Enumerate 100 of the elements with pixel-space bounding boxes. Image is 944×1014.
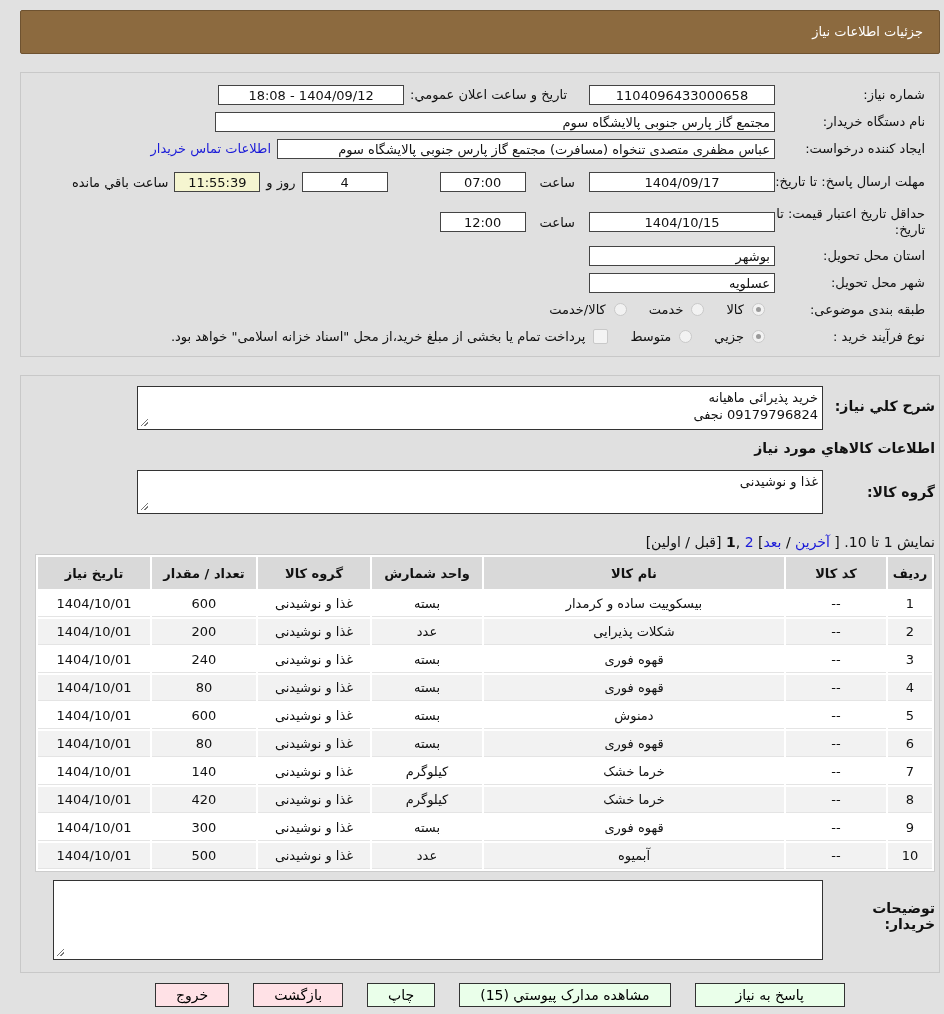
page-header: جزئیات اطلاعات نیاز xyxy=(20,10,940,54)
table-cell: خرما خشک xyxy=(484,787,784,813)
text-field[interactable]: عسلویه xyxy=(589,272,775,293)
checkbox[interactable] xyxy=(593,329,609,344)
table-cell: -- xyxy=(786,843,886,869)
field-label: متوسط xyxy=(630,329,672,344)
table-cell: بسته xyxy=(372,731,482,757)
field-label: ایجاد کننده درخواست: xyxy=(804,140,925,157)
field-label: روز و xyxy=(266,174,296,190)
field-label: شهر محل تحویل: xyxy=(829,274,925,291)
table-cell: کیلوگرم xyxy=(372,787,482,813)
table-cell: 200 xyxy=(152,619,256,645)
table-cell: 500 xyxy=(152,843,256,869)
field-label: نام دستگاه خریدار: xyxy=(821,113,925,130)
column-header: کد کالا xyxy=(786,557,886,589)
radio-button[interactable] xyxy=(752,303,765,316)
table-cell: 420 xyxy=(152,787,256,813)
table-cell: 10 xyxy=(888,843,932,869)
field-label: مهلت ارسال پاسخ: تا تاریخ: xyxy=(775,174,925,190)
table-cell: قهوه فوری xyxy=(484,675,784,701)
section-heading: اطلاعات کالاهاي مورد نیاز xyxy=(752,440,935,456)
field-label: گروه کالا: xyxy=(865,483,935,500)
field-label: جزيي xyxy=(714,329,744,344)
field-label: پرداخت تمام یا بخشی از مبلغ خرید،از محل "اسناد خزانه اسلامی" خواهد بود. xyxy=(170,329,586,344)
field-label: ساعت xyxy=(539,174,575,190)
radio-button[interactable] xyxy=(691,303,705,316)
field-label: کالا/خدمت xyxy=(549,302,606,317)
table-cell: 1404/10/01 xyxy=(38,843,150,869)
field-label: ساعت xyxy=(539,214,575,230)
action-button[interactable]: پاسخ به نیاز xyxy=(694,983,845,1007)
text-area[interactable] xyxy=(53,880,823,960)
column-header: گروه کالا xyxy=(258,557,370,589)
field-label: تاریخ و ساعت اعلان عمومي: xyxy=(410,87,567,102)
table-cell: 80 xyxy=(152,731,256,757)
text-field[interactable]: 12:00 xyxy=(439,212,526,232)
column-header: تاریخ نیاز xyxy=(38,557,150,589)
action-button[interactable]: بازگشت xyxy=(253,983,344,1007)
column-header: ردیف xyxy=(888,557,932,589)
table-cell: 1404/10/01 xyxy=(38,619,150,645)
table-cell: 8 xyxy=(888,787,932,813)
text-field[interactable]: 1404/10/15 xyxy=(589,212,775,232)
field-label: نوع فرآیند خرید : xyxy=(832,328,925,345)
field-label: شرح کلي نیاز: xyxy=(833,397,935,414)
field-label: توضیحات خریدار: xyxy=(871,899,935,932)
table-cell: آبمیوه xyxy=(484,843,784,869)
pagination-link[interactable]: 2 xyxy=(744,534,754,550)
table-cell: غذا و نوشیدنی xyxy=(258,731,370,757)
text-area[interactable]: غذا و نوشیدنی xyxy=(137,470,823,514)
radio-button[interactable] xyxy=(613,303,627,316)
table-cell: 6 xyxy=(888,731,932,757)
table-cell: عدد xyxy=(372,843,482,869)
text-field[interactable]: مجتمع گاز پارس جنوبی پالایشگاه سوم xyxy=(215,111,775,132)
column-header: واحد شمارش xyxy=(372,557,482,589)
table-cell: عدد xyxy=(372,619,482,645)
table-cell: غذا و نوشیدنی xyxy=(258,843,370,869)
text-field[interactable]: 1404/09/17 xyxy=(589,172,775,192)
resize-grip-icon xyxy=(57,949,64,956)
table-cell: بسته xyxy=(372,675,482,701)
text-field[interactable]: 1104096433000658 xyxy=(589,84,775,105)
action-button[interactable]: مشاهده مدارک پیوستي (15) xyxy=(459,983,671,1007)
field-label: طبقه بندی موضوعی: xyxy=(808,301,925,318)
action-button[interactable]: چاپ xyxy=(367,983,436,1007)
field-label: استان محل تحویل: xyxy=(822,247,925,264)
resize-grip-icon xyxy=(141,419,148,426)
text-field[interactable]: 11:55:39 xyxy=(174,172,261,192)
pagination-link[interactable]: بعد xyxy=(763,534,782,550)
field-label: حداقل تاریخ اعتبار قیمت: تا تاریخ: xyxy=(775,206,925,238)
table-cell: 2 xyxy=(888,619,932,645)
field-label: کالا xyxy=(726,302,744,317)
radio-button[interactable] xyxy=(752,330,765,343)
resize-grip-icon xyxy=(141,503,148,510)
table-cell: شکلات پذیرایی xyxy=(484,619,784,645)
text-field[interactable]: عباس مظفری متصدی تنخواه (مسافرت) مجتمع گاز پارس جنوبی پالایشگاه سوم xyxy=(277,138,775,159)
table-cell: -- xyxy=(786,787,886,813)
table-cell: 1404/10/01 xyxy=(38,675,150,701)
table-cell: غذا و نوشیدنی xyxy=(258,787,370,813)
text-area[interactable]: خرید پذیرائی ماهیانه 09179796824 نجفی xyxy=(137,386,823,430)
pagination-link[interactable]: آخرین xyxy=(795,534,830,550)
table-cell: غذا و نوشیدنی xyxy=(258,675,370,701)
text-field[interactable]: بوشهر xyxy=(589,245,775,266)
table-cell: -- xyxy=(786,731,886,757)
text-field[interactable]: 4 xyxy=(301,172,388,192)
table-cell: 80 xyxy=(152,675,256,701)
table-cell: -- xyxy=(786,675,886,701)
table-cell: -- xyxy=(786,619,886,645)
field-label: ساعت باقي مانده xyxy=(71,174,169,190)
field-label: شماره نیاز: xyxy=(862,86,925,103)
table-cell: 1404/10/01 xyxy=(38,787,150,813)
table-cell: 4 xyxy=(888,675,932,701)
contact-link[interactable]: اطلاعات تماس خریدار xyxy=(150,141,271,156)
text-field[interactable]: 07:00 xyxy=(439,172,526,192)
table-cell: قهوه فوری xyxy=(484,731,784,757)
column-header: نام کالا xyxy=(484,557,784,589)
column-header: تعداد / مقدار xyxy=(152,557,256,589)
table-cell: 1404/10/01 xyxy=(38,731,150,757)
text-field[interactable]: 1404/09/12 - 18:08 xyxy=(218,84,405,105)
action-button[interactable]: خروج xyxy=(155,983,230,1007)
field-label: خدمت xyxy=(648,302,684,317)
table-cell: غذا و نوشیدنی xyxy=(258,619,370,645)
radio-button[interactable] xyxy=(679,330,693,343)
